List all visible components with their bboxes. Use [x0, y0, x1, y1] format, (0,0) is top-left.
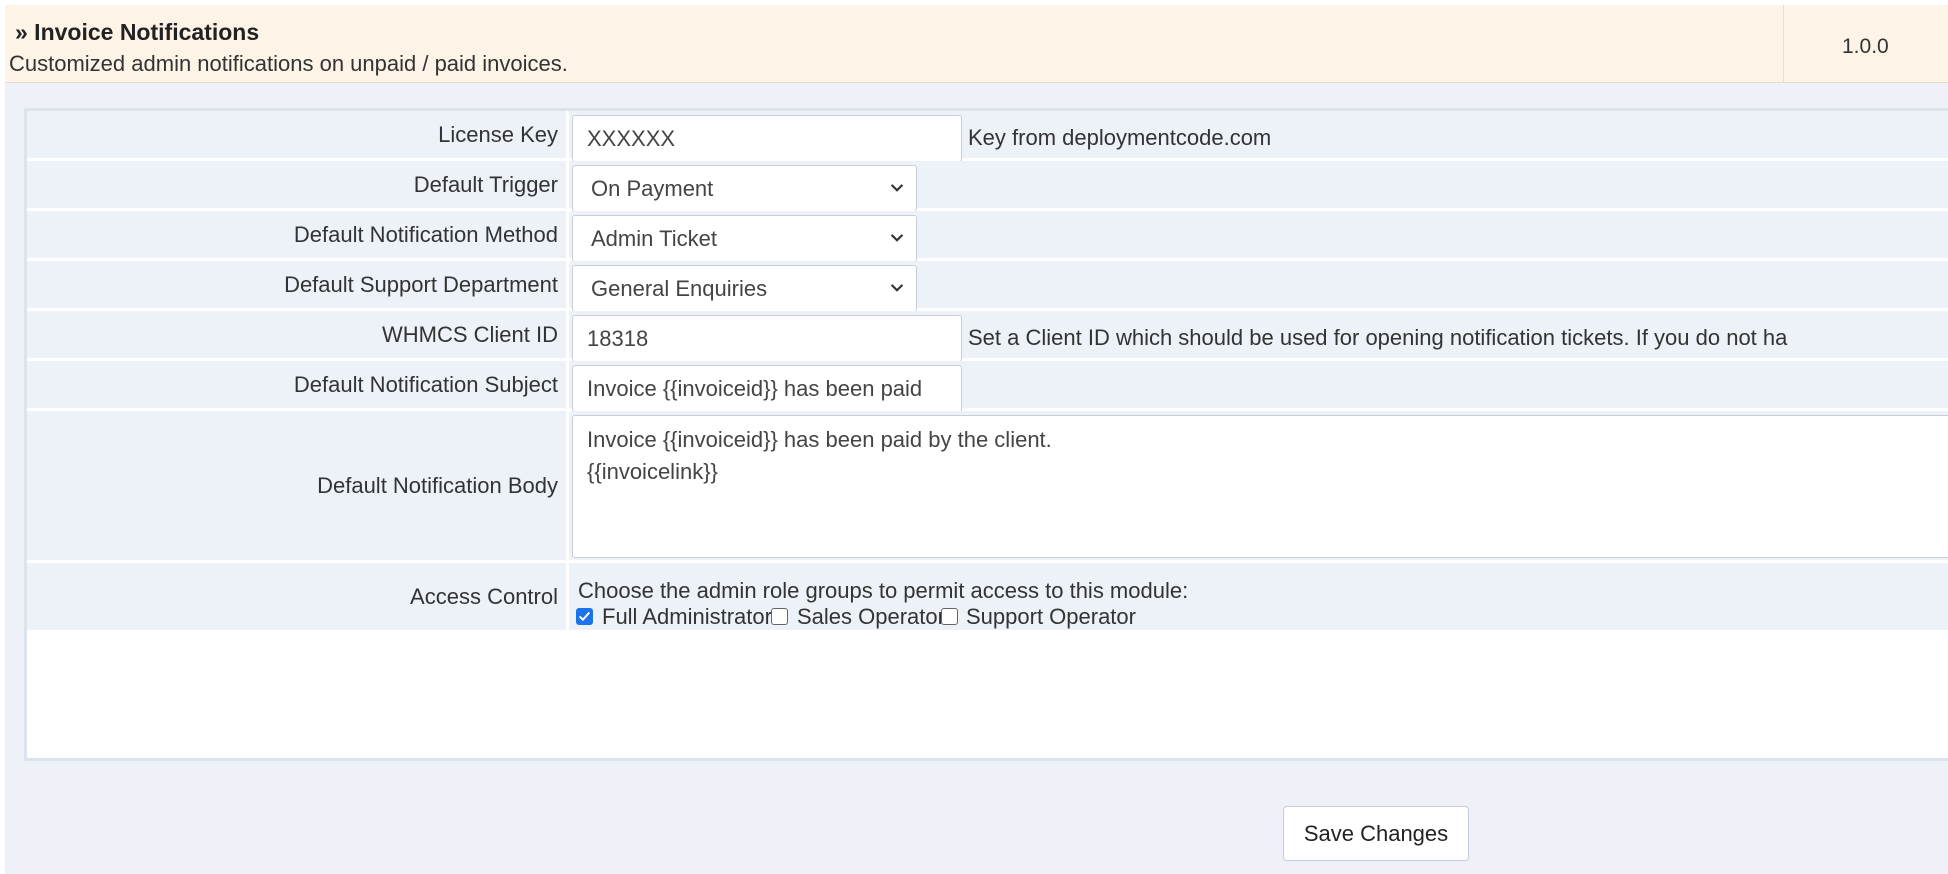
field-label: Default Notification Body: [317, 472, 558, 498]
save-changes-button[interactable]: Save Changes: [1283, 806, 1469, 861]
module-description: Customized admin notifications on unpaid…: [9, 51, 568, 76]
notification-body-textarea[interactable]: Invoice {{invoiceid}} has been paid by t…: [572, 415, 1948, 558]
field-label: WHMCS Client ID: [381, 321, 558, 347]
field-label: Default Notification Subject: [293, 371, 558, 397]
default-trigger-select[interactable]: On Payment: [572, 165, 917, 212]
module-name: » Invoice Notifications: [15, 19, 260, 45]
config-row-access-control: Access Control Choose the admin role gro…: [27, 563, 1948, 758]
checkbox-label: Sales Operator: [797, 604, 945, 629]
config-row-support-department: Default Support Department General Enqui…: [27, 261, 1948, 312]
notification-method-select[interactable]: Admin Ticket: [572, 215, 917, 262]
select-value: Admin Ticket: [591, 226, 717, 251]
checkbox-label: Support Operator: [966, 604, 1136, 629]
chevron-down-icon: [890, 234, 904, 242]
config-row-notification-method: Default Notification Method Admin Ticket: [27, 211, 1948, 262]
checkbox-sales-operator[interactable]: [771, 608, 788, 625]
field-label: Default Notification Method: [293, 221, 558, 247]
field-label: Default Trigger: [413, 171, 558, 197]
config-row-client-id: WHMCS Client ID 18318 Set a Client ID wh…: [27, 311, 1948, 362]
module-header: » Invoice Notifications Customized admin…: [5, 5, 1948, 83]
client-id-input[interactable]: 18318: [572, 315, 962, 362]
checkbox-label: Full Administrator: [602, 604, 772, 629]
chevron-down-icon: [890, 184, 904, 192]
checkbox-full-administrator[interactable]: [576, 608, 593, 625]
access-control-description: Choose the admin role groups to permit a…: [578, 578, 1189, 603]
license-key-hint: Key from deploymentcode.com: [968, 125, 1272, 150]
checkbox-support-operator[interactable]: [941, 608, 958, 625]
field-label: License Key: [438, 121, 558, 147]
client-id-hint: Set a Client ID which should be used for…: [968, 325, 1788, 350]
config-row-default-trigger: Default Trigger On Payment: [27, 161, 1948, 212]
config-row-notification-subject: Default Notification Subject Invoice {{i…: [27, 361, 1948, 412]
select-value: General Enquiries: [591, 276, 768, 301]
field-label: Access Control: [410, 583, 558, 609]
notification-subject-input[interactable]: Invoice {{invoiceid}} has been paid: [572, 365, 962, 412]
checkmark-icon: [578, 611, 591, 622]
select-value: On Payment: [591, 176, 714, 201]
config-row-license-key: License Key XXXXXX Key from deploymentco…: [27, 111, 1948, 162]
license-key-input[interactable]: XXXXXX: [572, 115, 962, 162]
chevron-down-icon: [890, 284, 904, 292]
module-version: 1.0.0: [1842, 35, 1889, 58]
module-version-cell: 1.0.0: [1783, 5, 1948, 82]
field-label: Default Support Department: [284, 271, 558, 297]
config-row-notification-body: Default Notification Body Invoice {{invo…: [27, 411, 1948, 563]
config-table: License Key XXXXXX Key from deploymentco…: [24, 108, 1948, 761]
support-department-select[interactable]: General Enquiries: [572, 265, 917, 312]
